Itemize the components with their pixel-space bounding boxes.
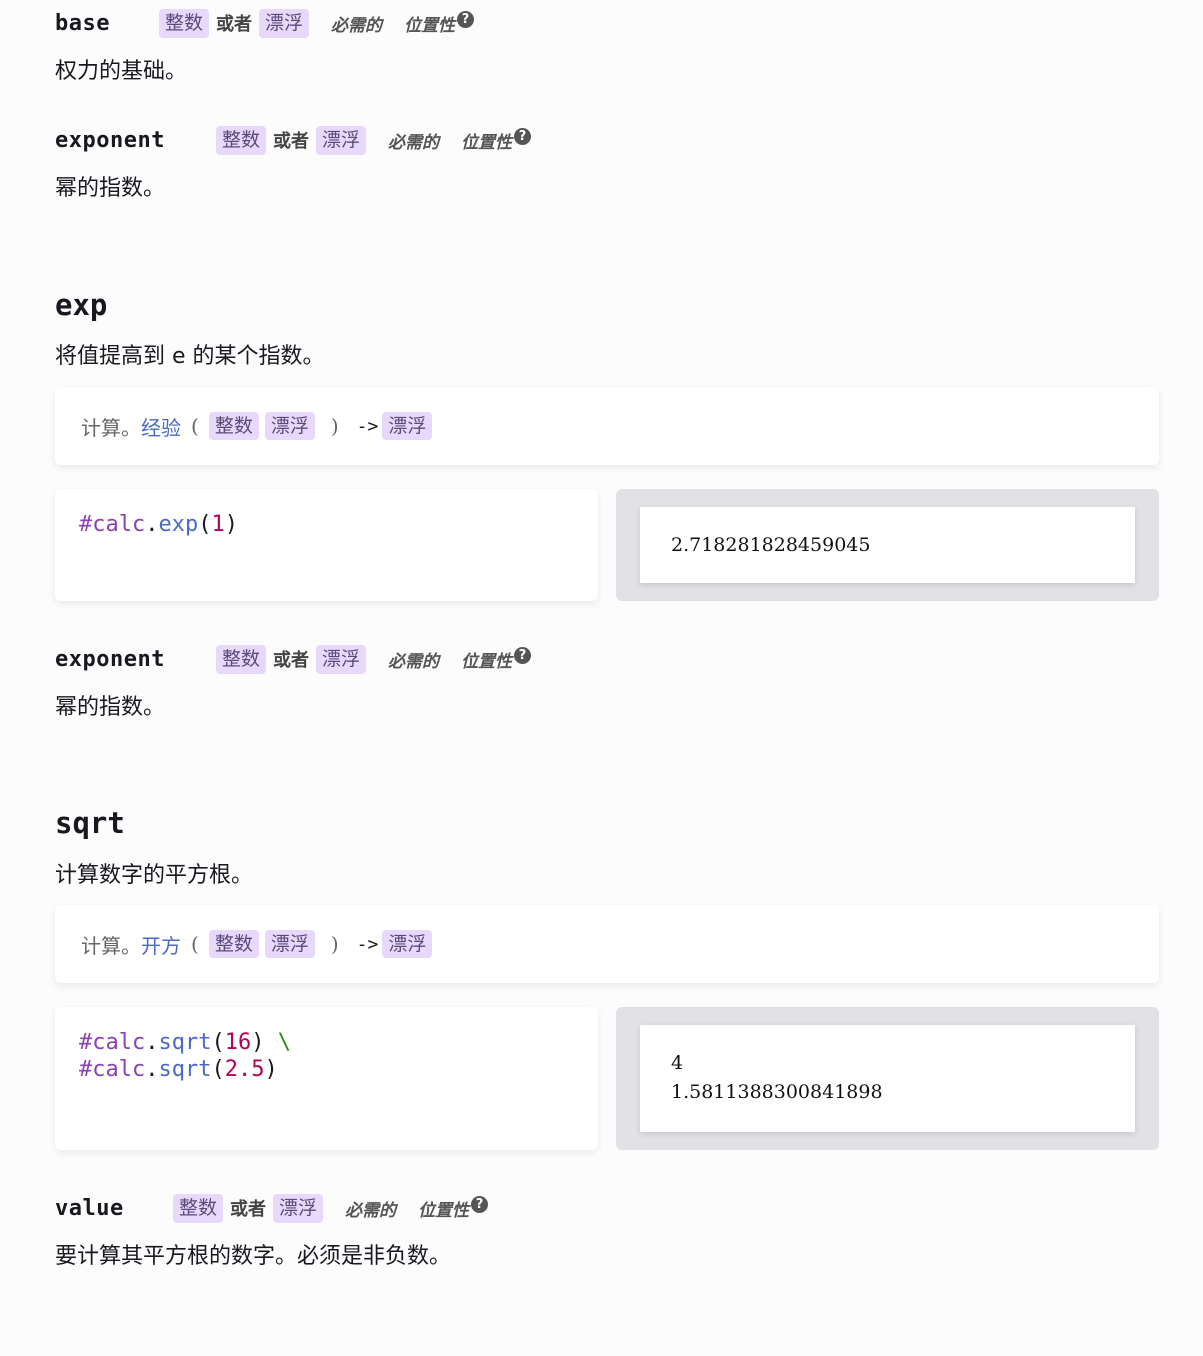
output-line: 1.5811388300841898 <box>671 1081 883 1103</box>
type-chip-int[interactable]: 整数 <box>159 8 210 38</box>
type-chip-float[interactable]: 漂浮 <box>316 644 367 674</box>
param-description: 权力的基础。 <box>55 59 188 84</box>
param-name: value <box>55 1195 124 1221</box>
signature-paren-close: ) <box>330 932 339 956</box>
output-preview-sqrt: 4 1.5811388300841898 <box>616 1007 1159 1150</box>
positional-flag: 位置性 <box>418 1200 470 1221</box>
required-flag: 必需的 <box>388 651 440 672</box>
output-page: 4 1.5811388300841898 <box>640 1025 1135 1132</box>
type-chip-int[interactable]: 整数 <box>208 930 259 958</box>
help-icon[interactable]: ? <box>514 127 532 145</box>
required-flag: 必需的 <box>331 15 383 36</box>
signature-prefix: 计算。 <box>81 933 141 958</box>
positional-flag: 位置性 <box>404 15 456 36</box>
param-name: exponent <box>55 646 165 672</box>
param-base-header: base 整数 或者 漂浮 必需的 位置性 ? <box>55 8 475 38</box>
type-chip-int[interactable]: 整数 <box>216 125 267 155</box>
type-chip-int[interactable]: 整数 <box>208 412 259 440</box>
signature-paren-close: ) <box>330 414 339 438</box>
type-chip-int[interactable]: 整数 <box>173 1193 224 1223</box>
help-icon[interactable]: ? <box>457 10 475 28</box>
output-line: 2.718281828459045 <box>671 534 871 556</box>
function-signature-sqrt: 计算。 开方 ( 整数 漂浮 ) -> 漂浮 <box>55 905 1159 983</box>
signature-paren-open: ( <box>191 932 199 956</box>
param-description: 要计算其平方根的数字。必须是非负数。 <box>55 1244 452 1269</box>
code-line: #calc.sqrt(16) \ <box>79 1030 291 1055</box>
signature-function-link[interactable]: 开方 <box>141 930 181 959</box>
signature-function-link[interactable]: 经验 <box>141 412 181 441</box>
help-icon[interactable]: ? <box>514 646 532 664</box>
help-icon[interactable]: ? <box>471 1195 489 1213</box>
required-flag: 必需的 <box>345 1200 397 1221</box>
param-value-header: value 整数 或者 漂浮 必需的 位置性 ? <box>55 1193 489 1223</box>
type-chip-float[interactable]: 漂浮 <box>259 8 310 38</box>
or-label: 或者 <box>216 14 253 35</box>
param-description: 幂的指数。 <box>55 176 166 201</box>
function-description: 将值提高到 e 的某个指数。 <box>55 344 325 369</box>
param-name: exponent <box>55 127 165 153</box>
type-chip-float[interactable]: 漂浮 <box>264 412 315 440</box>
signature-paren-open: ( <box>191 414 199 438</box>
positional-flag: 位置性 <box>461 651 513 672</box>
type-chip-float[interactable]: 漂浮 <box>264 930 315 958</box>
function-title-exp: exp <box>55 288 108 322</box>
output-line: 4 <box>671 1052 684 1074</box>
type-chip-float[interactable]: 漂浮 <box>273 1193 324 1223</box>
return-type-chip-float[interactable]: 漂浮 <box>382 412 433 440</box>
code-example-sqrt: #calc.sqrt(16) \ #calc.sqrt(2.5) <box>55 1007 598 1150</box>
function-description: 计算数字的平方根。 <box>55 863 254 888</box>
function-title-sqrt: sqrt <box>55 806 125 840</box>
param-exponent-header: exponent 整数 或者 漂浮 必需的 位置性 ? <box>55 125 532 155</box>
required-flag: 必需的 <box>388 132 440 153</box>
return-type-chip-float[interactable]: 漂浮 <box>382 930 433 958</box>
signature-arrow: -> <box>356 933 379 955</box>
code-line: #calc.exp(1) <box>79 512 238 537</box>
param-description: 幂的指数。 <box>55 695 166 720</box>
output-preview-exp: 2.718281828459045 <box>616 489 1159 601</box>
or-label: 或者 <box>273 131 310 152</box>
positional-flag: 位置性 <box>461 132 513 153</box>
code-line: #calc.sqrt(2.5) <box>79 1057 278 1082</box>
function-signature-exp: 计算。 经验 ( 整数 漂浮 ) -> 漂浮 <box>55 387 1159 465</box>
or-label: 或者 <box>230 1199 267 1220</box>
code-example-exp: #calc.exp(1) <box>55 489 598 601</box>
param-name: base <box>55 10 110 36</box>
type-chip-float[interactable]: 漂浮 <box>316 125 367 155</box>
signature-arrow: -> <box>356 415 379 437</box>
param-exponent-header: exponent 整数 或者 漂浮 必需的 位置性 ? <box>55 644 532 674</box>
signature-prefix: 计算。 <box>81 415 141 440</box>
type-chip-int[interactable]: 整数 <box>216 644 267 674</box>
output-page: 2.718281828459045 <box>640 507 1135 583</box>
or-label: 或者 <box>273 650 310 671</box>
